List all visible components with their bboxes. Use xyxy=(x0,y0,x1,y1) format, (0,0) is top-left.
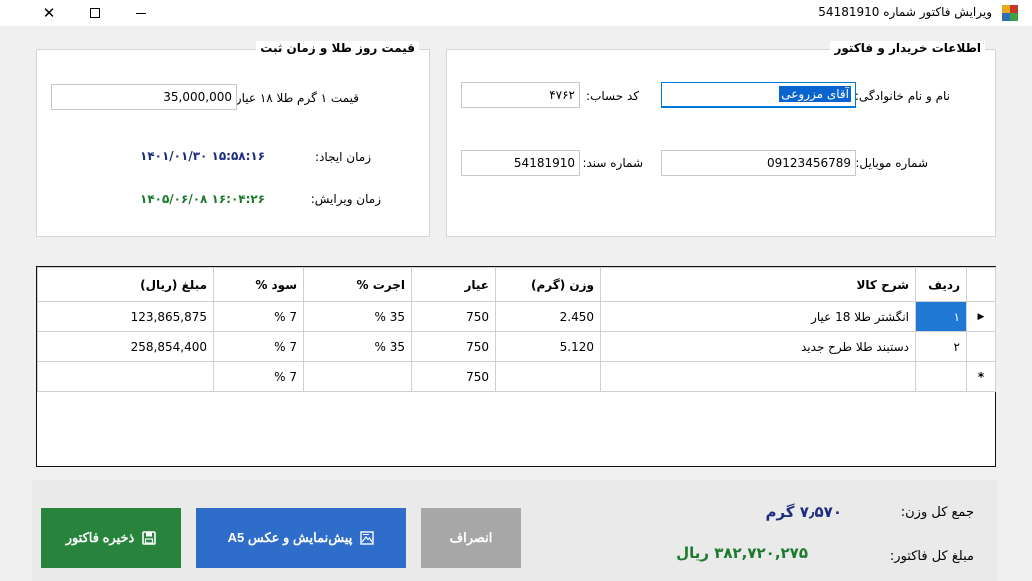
name-label: نام و نام خانوادگی: xyxy=(854,89,950,103)
col-header-weight[interactable]: وزن (گرم) xyxy=(495,267,601,302)
items-table: ردیف شرح کالا وزن (گرم) عیار اجرت % سود … xyxy=(37,267,996,392)
cell-wage[interactable]: 35 % xyxy=(303,301,412,332)
name-field-value: آقای مزروعی xyxy=(779,86,851,102)
table-row-new[interactable]: * 750 7 % xyxy=(37,361,996,392)
new-row-icon[interactable]: * xyxy=(966,361,996,392)
cell-amount[interactable]: 258,854,400 xyxy=(37,331,214,362)
current-row-indicator-icon[interactable]: ▶ xyxy=(966,301,996,332)
buyer-info-group: اطلاعات خریدار و فاکتور xyxy=(446,41,996,237)
created-time-label: زمان ایجاد: xyxy=(315,150,371,164)
grid-header-row: ردیف شرح کالا وزن (گرم) عیار اجرت % سود … xyxy=(37,267,996,302)
cancel-button-label: انصراف xyxy=(449,530,493,545)
name-field[interactable]: آقای مزروعی xyxy=(661,82,856,108)
edited-time-value: ۱۴۰۵/۰۶/۰۸ ۱۶:۰۴:۲۶ xyxy=(140,192,266,206)
table-row[interactable]: ۲ دستبند طلا طرح جدید 5.120 750 35 % 7 %… xyxy=(37,331,996,362)
cell-profit[interactable]: 7 % xyxy=(213,301,304,332)
maximize-window-button[interactable] xyxy=(72,0,118,26)
save-icon xyxy=(142,531,157,545)
cell-amount[interactable]: 123,865,875 xyxy=(37,301,214,332)
close-icon: ✕ xyxy=(42,4,56,22)
gold-price-label: قیمت ۱ گرم طلا ۱۸ عیار: xyxy=(231,91,359,105)
cell-row-number[interactable]: ۲ xyxy=(915,331,967,362)
row-header-corner xyxy=(966,267,996,302)
cell-profit[interactable]: 7 % xyxy=(213,361,304,392)
cell-weight[interactable]: 2.450 xyxy=(495,301,601,332)
col-header-wage[interactable]: اجرت % xyxy=(303,267,412,302)
gold-price-field[interactable]: 35,000,000 xyxy=(51,84,237,110)
mobile-label: شماره موبایل: xyxy=(855,156,928,170)
items-grid[interactable]: ردیف شرح کالا وزن (گرم) عیار اجرت % سود … xyxy=(36,266,996,467)
buyer-group-title: اطلاعات خریدار و فاکتور xyxy=(830,41,985,55)
cell-row-number[interactable]: ۱ xyxy=(915,301,967,332)
minimize-icon xyxy=(136,12,146,14)
cell-description[interactable]: انگشتر طلا 18 عیار xyxy=(600,301,916,332)
cell-row-number[interactable] xyxy=(915,361,967,392)
table-row[interactable]: ▶ ۱ انگشتر طلا 18 عیار 2.450 750 35 % 7 … xyxy=(37,301,996,332)
cell-karat[interactable]: 750 xyxy=(411,331,496,362)
close-window-button[interactable]: ✕ xyxy=(26,0,72,26)
image-icon xyxy=(360,531,375,545)
cell-weight[interactable]: 5.120 xyxy=(495,331,601,362)
total-amount-label: مبلغ کل فاکتور: xyxy=(889,549,974,564)
preview-a5-button[interactable]: پیش‌نمایش و عکس A5 xyxy=(196,508,406,568)
cell-weight[interactable] xyxy=(495,361,601,392)
account-field[interactable]: ۴۷۶۲ xyxy=(461,82,580,108)
created-time-value: ۱۴۰۱/۰۱/۳۰ ۱۵:۵۸:۱۶ xyxy=(140,149,266,163)
doc-number-field[interactable]: 54181910 xyxy=(461,150,580,176)
col-header-amount[interactable]: مبلغ (ریال) xyxy=(37,267,214,302)
cell-amount[interactable] xyxy=(37,361,214,392)
col-header-row-number[interactable]: ردیف xyxy=(915,267,967,302)
doc-number-label: شماره سند: xyxy=(582,156,643,170)
cancel-button[interactable]: انصراف xyxy=(421,508,521,568)
col-header-profit[interactable]: سود % xyxy=(213,267,304,302)
app-icon xyxy=(1002,5,1018,21)
cell-wage[interactable]: 35 % xyxy=(303,331,412,362)
col-header-karat[interactable]: عیار xyxy=(411,267,496,302)
row-header-cell[interactable] xyxy=(966,331,996,362)
save-invoice-button[interactable]: ذخیره فاکتور xyxy=(41,508,181,568)
minimize-window-button[interactable] xyxy=(118,0,164,26)
window-title: ویرایش فاکتور شماره 54181910 xyxy=(818,5,992,19)
total-weight-value: ۷٫۵۷۰ گرم xyxy=(765,503,842,521)
total-weight-label: جمع کل وزن: xyxy=(900,505,974,520)
mobile-field[interactable]: 09123456789 xyxy=(661,150,856,176)
edited-time-label: زمان ویرایش: xyxy=(310,192,381,206)
cell-karat[interactable]: 750 xyxy=(411,361,496,392)
save-button-label: ذخیره فاکتور xyxy=(65,530,135,545)
cell-profit[interactable]: 7 % xyxy=(213,331,304,362)
gold-group-title: قیمت روز طلا و زمان ثبت xyxy=(256,41,419,55)
cell-description[interactable]: دستبند طلا طرح جدید xyxy=(600,331,916,362)
preview-button-label: پیش‌نمایش و عکس A5 xyxy=(227,530,353,545)
title-bar: ✕ ویرایش فاکتور شماره 54181910 xyxy=(0,0,1032,26)
cell-wage[interactable] xyxy=(303,361,412,392)
gold-price-group: قیمت روز طلا و زمان ثبت xyxy=(36,41,430,237)
cell-karat[interactable]: 750 xyxy=(411,301,496,332)
account-label: کد حساب: xyxy=(586,89,639,103)
cell-description[interactable] xyxy=(600,361,916,392)
col-header-description[interactable]: شرح کالا xyxy=(600,267,916,302)
total-amount-value: ۳۸۲,۷۲۰,۲۷۵ ریال xyxy=(676,544,808,562)
maximize-icon xyxy=(90,8,100,18)
